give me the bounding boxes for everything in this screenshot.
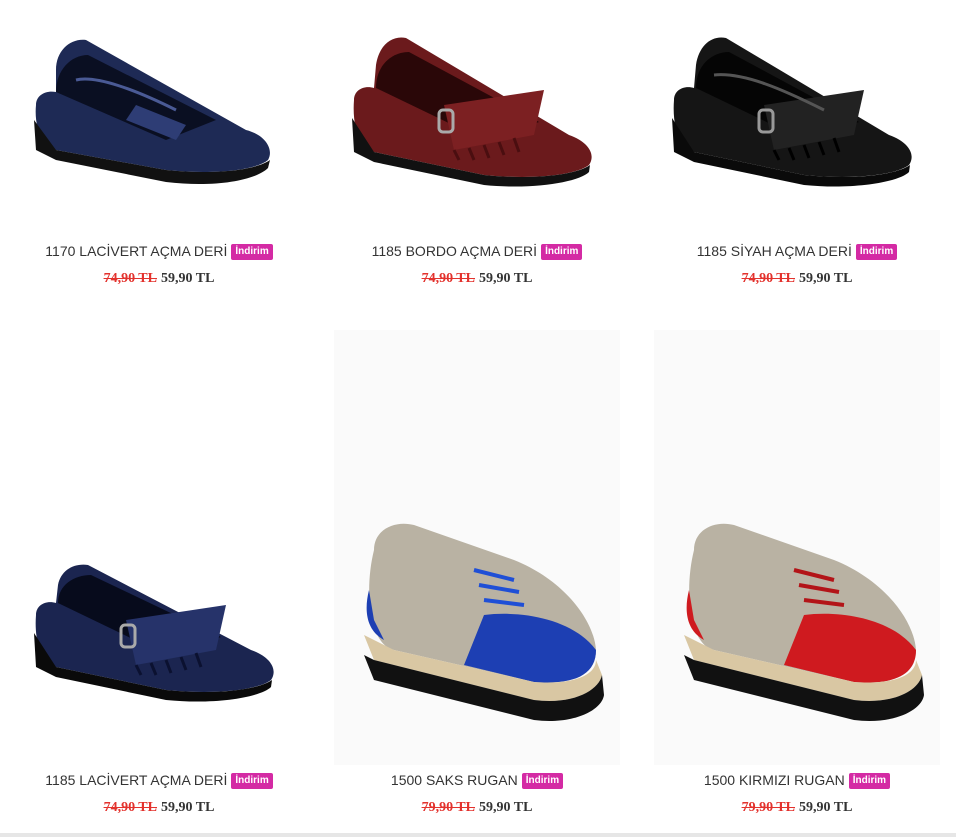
new-price: 59,90 TL bbox=[479, 800, 533, 815]
old-price: 79,90 TL bbox=[741, 800, 795, 815]
discount-badge: İndirim bbox=[231, 773, 273, 789]
product-card[interactable]: 1500 KIRMIZI RUGAN İndirim 79,90 TL 59,90 … bbox=[638, 330, 956, 830]
discount-badge: İndirim bbox=[855, 244, 898, 260]
product-title[interactable]: 1185 SİYAH AÇMA DERİ bbox=[697, 243, 852, 259]
product-title[interactable]: 1500 KIRMIZI RUGAN bbox=[704, 772, 845, 788]
oxford-shoe-icon bbox=[364, 523, 604, 721]
product-title[interactable]: 1500 SAKS RUGAN bbox=[391, 772, 518, 788]
product-title-line[interactable]: 1185 BORDO AÇMA DERİ İndirim bbox=[318, 243, 636, 260]
new-price: 59,90 TL bbox=[799, 271, 853, 286]
product-image[interactable] bbox=[654, 330, 940, 765]
fringe-loafer-shoe-icon bbox=[352, 37, 592, 187]
new-price: 59,90 TL bbox=[161, 271, 215, 286]
new-price: 59,90 TL bbox=[799, 800, 853, 815]
product-image[interactable] bbox=[16, 10, 302, 210]
new-price: 59,90 TL bbox=[161, 800, 215, 815]
product-grid: 1170 LACİVERT AÇMA DERİ İndirim 74,90 TL 5… bbox=[0, 0, 956, 837]
oxford-shoe-icon bbox=[684, 523, 924, 721]
product-card[interactable]: 1185 LACİVERT AÇMA DERİ İndirim 74,90 TL 5… bbox=[0, 330, 318, 830]
price-line: 79,90 TL 59,90 TL bbox=[638, 800, 956, 816]
price-line: 79,90 TL 59,90 TL bbox=[318, 800, 636, 816]
product-title[interactable]: 1185 LACİVERT AÇMA DERİ bbox=[45, 772, 227, 788]
old-price: 74,90 TL bbox=[421, 271, 475, 286]
product-title-line[interactable]: 1500 KIRMIZI RUGAN İndirim bbox=[638, 772, 956, 789]
fringe-loafer-shoe-icon bbox=[672, 37, 912, 187]
footer-divider bbox=[0, 833, 956, 837]
product-title[interactable]: 1185 BORDO AÇMA DERİ bbox=[372, 243, 537, 259]
product-image[interactable] bbox=[334, 330, 620, 765]
product-image[interactable] bbox=[334, 10, 620, 210]
discount-badge: İndirim bbox=[541, 244, 583, 260]
fringe-loafer-shoe-icon bbox=[34, 564, 274, 702]
new-price: 59,90 TL bbox=[479, 271, 533, 286]
old-price: 74,90 TL bbox=[103, 271, 157, 286]
discount-badge: İndirim bbox=[231, 244, 273, 260]
product-image[interactable] bbox=[16, 555, 302, 755]
price-line: 74,90 TL 59,90 TL bbox=[638, 271, 956, 287]
discount-badge: İndirim bbox=[848, 773, 891, 789]
product-title-line[interactable]: 1170 LACİVERT AÇMA DERİ İndirim bbox=[0, 243, 318, 260]
product-title-line[interactable]: 1185 SİYAH AÇMA DERİ İndirim bbox=[638, 243, 956, 260]
product-title-line[interactable]: 1500 SAKS RUGAN İndirim bbox=[318, 772, 636, 789]
old-price: 74,90 TL bbox=[741, 271, 795, 286]
price-line: 74,90 TL 59,90 TL bbox=[0, 800, 318, 816]
discount-badge: İndirim bbox=[521, 773, 564, 789]
product-card[interactable]: 1500 SAKS RUGAN İndirim 79,90 TL 59,90 TL bbox=[318, 330, 636, 830]
product-card[interactable]: 1185 SİYAH AÇMA DERİ İndirim 74,90 TL 59,9… bbox=[638, 0, 956, 300]
price-line: 74,90 TL 59,90 TL bbox=[0, 271, 318, 287]
product-title-line[interactable]: 1185 LACİVERT AÇMA DERİ İndirim bbox=[0, 772, 318, 789]
product-card[interactable]: 1170 LACİVERT AÇMA DERİ İndirim 74,90 TL 5… bbox=[0, 0, 318, 300]
loafer-shoe-icon bbox=[34, 39, 270, 185]
old-price: 79,90 TL bbox=[421, 800, 475, 815]
product-image[interactable] bbox=[654, 10, 940, 210]
product-title[interactable]: 1170 LACİVERT AÇMA DERİ bbox=[45, 243, 227, 259]
product-card[interactable]: 1185 BORDO AÇMA DERİ İndirim 74,90 TL 59,9… bbox=[318, 0, 636, 300]
old-price: 74,90 TL bbox=[103, 800, 157, 815]
price-line: 74,90 TL 59,90 TL bbox=[318, 271, 636, 287]
